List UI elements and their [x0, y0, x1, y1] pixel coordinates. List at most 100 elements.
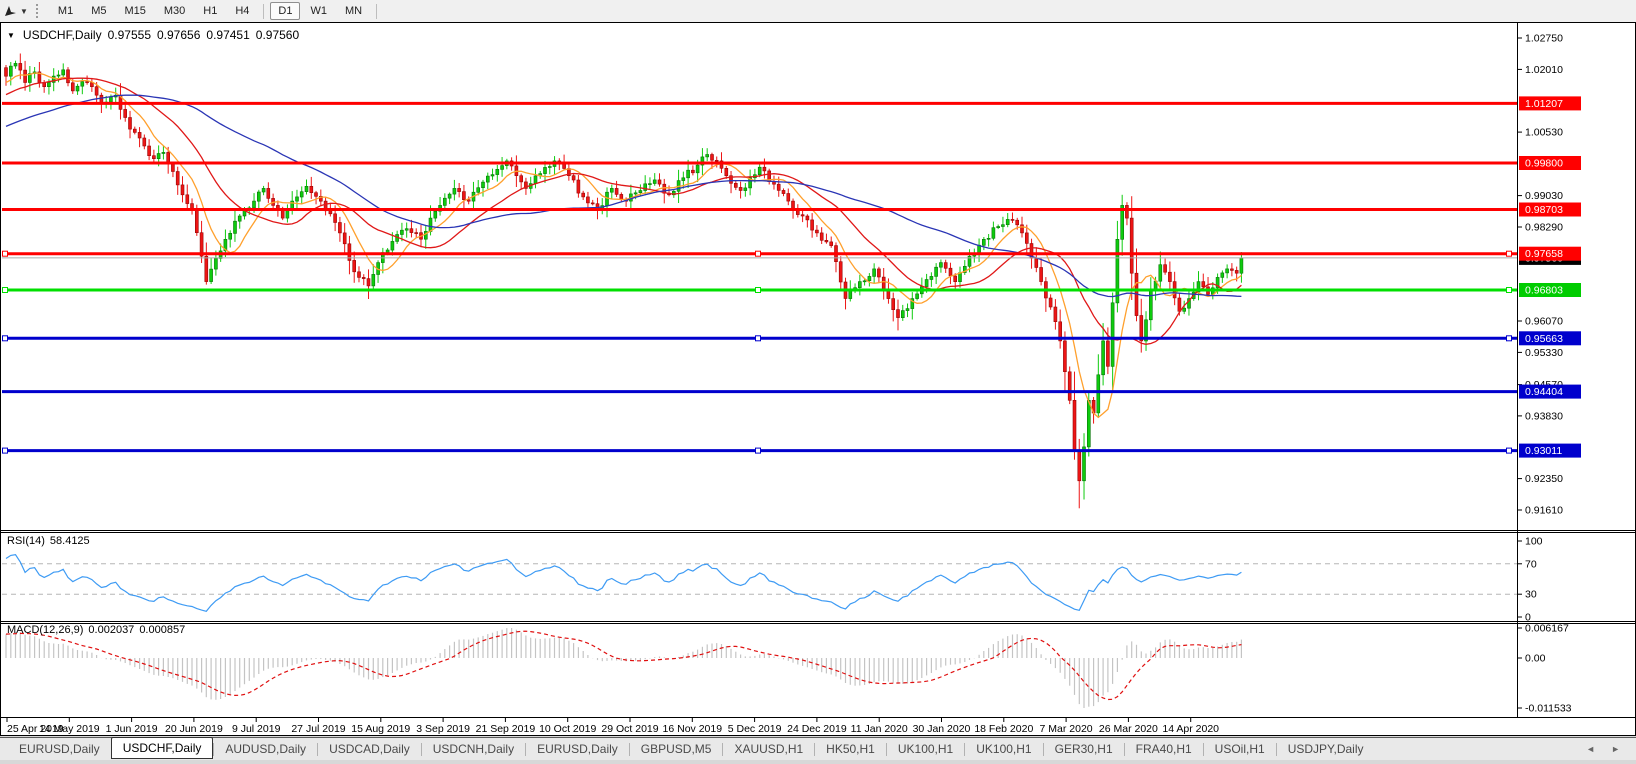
date-label: 3 Sep 2019 [416, 723, 470, 735]
macd-name: MACD(12,26,9) [7, 624, 84, 636]
timeframe-button-mn[interactable]: MN [337, 2, 370, 20]
date-label: 11 Jan 2020 [851, 723, 908, 735]
date-label: 10 Oct 2019 [539, 723, 596, 735]
chart-tab-hk50-h1[interactable]: HK50,H1 [815, 739, 886, 759]
date-label: 24 Dec 2019 [787, 723, 847, 735]
chart-tab-usoil-h1[interactable]: USOil,H1 [1204, 739, 1276, 759]
hline-handle[interactable] [755, 250, 761, 257]
hline-handle[interactable] [2, 287, 8, 293]
hline-handle[interactable] [1506, 335, 1512, 342]
tab-scroll-left-icon[interactable]: ◄ [1586, 744, 1595, 754]
rsi-value: 58.4125 [49, 535, 90, 547]
price-tick-label: 0.91610 [1525, 505, 1563, 517]
price-axis: 1.02750 1.02010 1.00530 0.99030 0.98290 0.960… [1518, 33, 1581, 715]
hline-handle[interactable] [2, 250, 8, 257]
macd-signal-value: 0.000857 [139, 624, 186, 636]
hline-handle[interactable] [755, 335, 761, 342]
timeframe-button-m5[interactable]: M5 [83, 2, 114, 20]
date-label: 1 Jun 2019 [106, 723, 158, 735]
price-tick-label: 0.95330 [1525, 347, 1563, 359]
chart-tab-gbpusd-m5[interactable]: GBPUSD,M5 [630, 739, 723, 759]
rsi-pane [2, 554, 1517, 612]
timeframe-button-d1[interactable]: D1 [270, 2, 301, 20]
price-tag-text: 0.93011 [1525, 445, 1562, 457]
date-label: 27 Jul 2019 [291, 723, 345, 735]
price-tag-text: 1.01207 [1525, 98, 1563, 110]
timeframe-button-h4[interactable]: H4 [227, 2, 257, 20]
chart-window: 1.02750 1.02010 1.00530 0.99030 0.98290 0.960… [0, 22, 1636, 736]
timeframe-button-h1[interactable]: H1 [195, 2, 225, 20]
date-label: 26 Mar 2020 [1099, 723, 1158, 735]
chart-tab-eurusd-daily[interactable]: EURUSD,Daily [526, 739, 629, 759]
macd-signal-line [5, 630, 1242, 701]
date-label: 21 Sep 2019 [476, 723, 536, 735]
chart-tab-usdjpy-daily[interactable]: USDJPY,Daily [1277, 739, 1375, 759]
chart-tab-usdcad-daily[interactable]: USDCAD,Daily [318, 739, 421, 759]
price-tag-text: 0.98703 [1525, 204, 1563, 216]
ohlc-open: 0.97555 [107, 28, 151, 42]
price-tick-label: 0.92350 [1525, 473, 1563, 485]
toolbar-separator [263, 3, 265, 19]
chart-canvas: 1.02750 1.02010 1.00530 0.99030 0.98290 0.960… [1, 23, 1635, 735]
toolbar-grip-handle[interactable] [35, 4, 43, 18]
grid-and-borders [1, 23, 1635, 718]
price-tick-label: 0.93830 [1525, 410, 1563, 422]
chart-tab-xauusd-h1[interactable]: XAUUSD,H1 [723, 739, 814, 759]
ma-slow-line [5, 94, 1242, 298]
macd-indicator-label: MACD(12,26,9) 0.002037 0.000857 [7, 624, 190, 636]
chart-tab-fra40-h1[interactable]: FRA40,H1 [1125, 739, 1203, 759]
timeframe-button-m15[interactable]: M15 [116, 2, 153, 20]
date-label: 18 Feb 2020 [974, 723, 1033, 735]
price-tick-label: 1.00530 [1525, 127, 1563, 139]
date-label: 20 Jun 2019 [165, 723, 223, 735]
rsi-indicator-label: RSI(14) 58.4125 [7, 535, 95, 547]
chart-tab-usdcnh-daily[interactable]: USDCNH,Daily [422, 739, 525, 759]
chart-tabs: EURUSD,Daily USDCHF,Daily AUDUSD,Daily USDC… [0, 737, 1375, 760]
price-tick-label: 1.02750 [1525, 33, 1563, 45]
price-tag-text: 0.97658 [1525, 248, 1563, 260]
hline-handle[interactable] [2, 335, 8, 342]
rsi-line [5, 554, 1242, 612]
tab-scroll-controls: ◄ ► [1586, 744, 1620, 754]
hline-handle[interactable] [1506, 250, 1512, 257]
hline-handle[interactable] [2, 447, 8, 454]
timeframe-button-group: M1 M5 M15 M30 H1 H4 D1 W1 MN [49, 2, 382, 20]
date-label: 14 Apr 2020 [1162, 723, 1219, 735]
chart-tab-bar: EURUSD,Daily USDCHF,Daily AUDUSD,Daily USDC… [0, 737, 1636, 760]
hline-handle[interactable] [755, 287, 761, 293]
hline-handle[interactable] [1506, 287, 1512, 293]
chart-tab-uk100-h1[interactable]: UK100,H1 [887, 739, 964, 759]
chart-tab-eurusd-daily[interactable]: EURUSD,Daily [8, 739, 111, 759]
ohlc-low: 0.97451 [206, 28, 250, 42]
ohlc-high: 0.97656 [157, 28, 201, 42]
date-label: 14 May 2019 [39, 723, 100, 735]
date-label: 5 Dec 2019 [728, 723, 782, 735]
chart-tab-uk100-h1[interactable]: UK100,H1 [965, 739, 1042, 759]
timeframe-button-w1[interactable]: W1 [302, 2, 335, 20]
date-label: 16 Nov 2019 [663, 723, 723, 735]
date-label: 9 Jul 2019 [232, 723, 281, 735]
caret-down-icon[interactable]: ▼ [20, 7, 28, 16]
hline-handle[interactable] [755, 447, 761, 454]
rsi-axis-label: 100 [1525, 536, 1543, 548]
symbol-period-label: USDCHF,Daily [22, 28, 102, 42]
macd-axis-label: 0.006167 [1525, 623, 1569, 635]
date-label: 7 Mar 2020 [1040, 723, 1093, 735]
timeframe-button-m1[interactable]: M1 [50, 2, 81, 20]
chart-tab-usdchf-daily[interactable]: USDCHF,Daily [110, 737, 214, 759]
hline-handle[interactable] [1506, 447, 1512, 454]
chart-tab-audusd-daily[interactable]: AUDUSD,Daily [214, 739, 317, 759]
moving-averages [5, 72, 1242, 419]
timeframe-button-m30[interactable]: M30 [156, 2, 193, 20]
collapse-triangle-icon[interactable]: ▼ [7, 31, 15, 40]
cursor-crosshair-icon[interactable] [0, 3, 20, 19]
price-tag-text: 0.96803 [1525, 285, 1563, 297]
date-label: 30 Jan 2020 [913, 723, 971, 735]
tab-scroll-right-icon[interactable]: ► [1611, 744, 1620, 754]
price-tag-text: 0.94404 [1525, 386, 1563, 398]
toolbar-separator [376, 3, 378, 19]
ohlc-close: 0.97560 [255, 28, 300, 42]
chart-tab-ger30-h1[interactable]: GER30,H1 [1044, 739, 1124, 759]
chart-title: ▼ USDCHF,Daily 0.97555 0.97656 0.97451 0… [7, 28, 299, 42]
rsi-name: RSI(14) [7, 535, 45, 547]
